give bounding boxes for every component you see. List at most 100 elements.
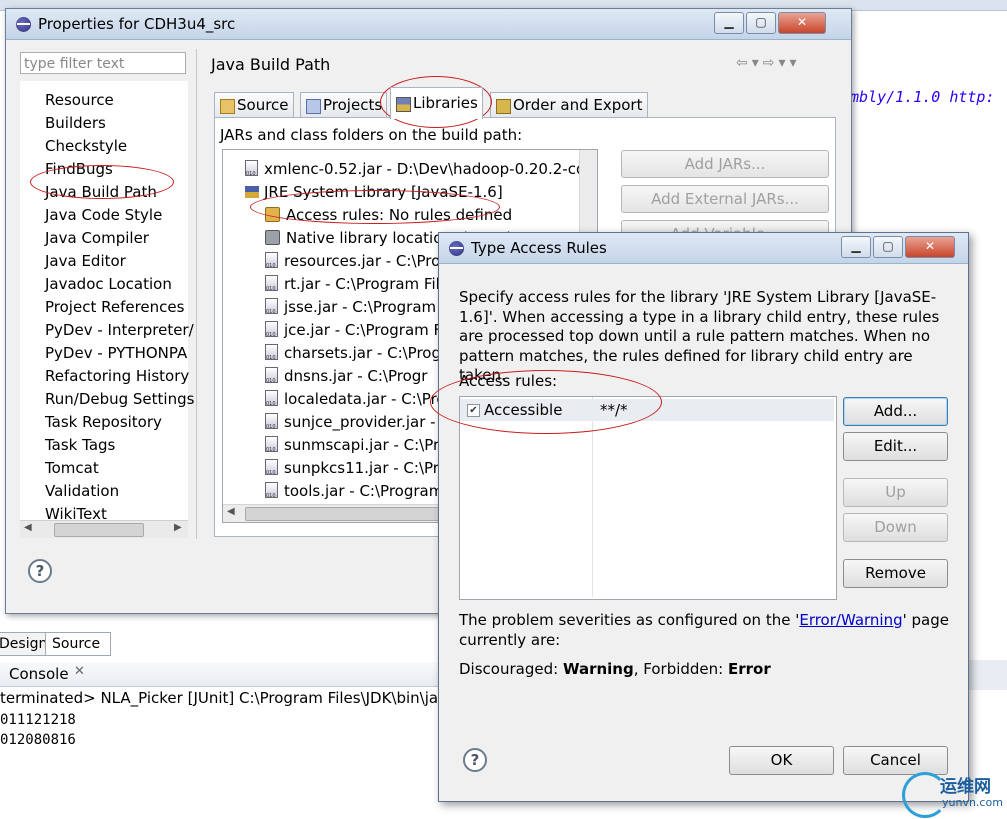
list-item[interactable]: localedata.jar - C:\Pro [265, 389, 446, 414]
list-item[interactable]: jce.jar - C:\Program Fi [265, 320, 445, 345]
tree-item-java-build-path[interactable]: Java Build Path [45, 183, 157, 201]
list-item[interactable]: rt.jar - C:\Program File [265, 274, 449, 299]
column-separator [592, 397, 593, 597]
access-rules-table: ✔ Accessible **/* [459, 396, 837, 600]
list-item[interactable]: xmlenc-0.52.jar - D:\Dev\hadoop-0.20.2-c… [245, 159, 597, 184]
tab-label: Source [237, 96, 289, 114]
error-warning-link[interactable]: Error/Warning [799, 611, 902, 629]
list-item-jre[interactable]: JRE System Library [JavaSE-1.6] [245, 182, 503, 202]
scroll-left-icon[interactable]: ◀ [24, 522, 32, 533]
scroll-left-icon[interactable]: ◀ [227, 506, 235, 517]
up-button[interactable]: Up [843, 478, 948, 507]
severity-values: Discouraged: Warning, Forbidden: Error [459, 660, 771, 678]
tree-item[interactable]: Project References [45, 298, 184, 316]
list-item-label: dnsns.jar - C:\Progr [284, 367, 428, 385]
folder-icon [220, 98, 235, 114]
list-item[interactable]: dnsns.jar - C:\Progr [265, 366, 428, 391]
maximize-button[interactable]: ▢ [746, 12, 776, 34]
properties-titlebar: Properties for CDH3u4_src ▁ ▢ ✕ [6, 9, 851, 40]
jar-icon [265, 390, 278, 414]
eclipse-icon [16, 17, 31, 32]
list-item[interactable]: charsets.jar - C:\Progr [265, 343, 448, 368]
tab-label: Projects [323, 96, 383, 114]
list-item[interactable]: sunjce_provider.jar - [265, 412, 436, 437]
jar-icon [265, 298, 278, 322]
severity-prefix: The problem severities as configured on … [459, 611, 800, 629]
code-line: mbly/1.1.0 http: [850, 88, 995, 106]
list-item-label: tools.jar - C:\Program [284, 482, 444, 500]
tab-projects[interactable]: Projects [300, 92, 388, 118]
order-icon [496, 98, 511, 114]
tab-order-export[interactable]: Order and Export [490, 92, 648, 118]
tree-item[interactable]: Java Editor [45, 252, 126, 270]
close-button[interactable]: ✕ [905, 236, 955, 258]
access-rules-dialog: Type Access Rules ▁ ▢ ✕ Specify access r… [438, 232, 969, 802]
tree-item[interactable]: Java Compiler [45, 229, 149, 247]
list-item[interactable]: jsse.jar - C:\Program F [265, 297, 450, 322]
list-item-label: sunjce_provider.jar - [284, 413, 436, 431]
tab-libraries[interactable]: Libraries [390, 87, 483, 119]
maximize-button[interactable]: ▢ [873, 236, 903, 258]
table-row[interactable]: ✔ Accessible **/* [460, 399, 834, 421]
close-icon[interactable]: ✕ [74, 664, 85, 679]
tree-item[interactable]: Task Repository [45, 413, 162, 431]
tree-item[interactable]: Tomcat [45, 459, 99, 477]
list-item-label: sunpkcs11.jar - C:\Pro [284, 459, 448, 477]
tree-item[interactable]: Builders [45, 114, 106, 132]
nav-arrows-icon[interactable]: ⇦▾⇨▾▾ [736, 55, 801, 71]
add-external-jars-button[interactable]: Add External JARs... [621, 185, 829, 213]
list-item-access-rules[interactable]: Access rules: No rules defined [265, 205, 512, 225]
tree-item[interactable]: PyDev - Interpreter/ [45, 321, 194, 339]
tree-item[interactable]: Validation [45, 482, 119, 500]
list-item-label: charsets.jar - C:\Progr [284, 344, 448, 362]
eclipse-icon [449, 241, 464, 256]
minimize-button[interactable]: ▁ [714, 12, 744, 34]
jar-icon [265, 252, 278, 276]
help-icon[interactable]: ? [463, 748, 487, 772]
list-item-label: jsse.jar - C:\Program F [284, 298, 450, 316]
tree-item[interactable]: Javadoc Location [45, 275, 172, 293]
tab-source[interactable]: Source [214, 92, 294, 118]
close-button[interactable]: ✕ [778, 12, 826, 34]
rule-pattern: **/* [600, 401, 628, 419]
scroll-thumb[interactable] [245, 507, 447, 521]
console-title[interactable]: Console [9, 665, 69, 683]
tree-item[interactable]: Resource [45, 91, 114, 109]
tree-scrollbar[interactable]: ◀ ▶ [20, 520, 188, 538]
add-button[interactable]: Add... [843, 397, 948, 426]
tree-item[interactable]: Task Tags [45, 436, 115, 454]
tree-item[interactable]: FindBugs [45, 160, 113, 178]
list-item[interactable]: resources.jar - C:\Prog [265, 251, 450, 276]
library-icon [396, 96, 411, 112]
console-line: 012080816 [0, 732, 76, 748]
tree-item[interactable]: PyDev - PYTHONPA [45, 344, 187, 362]
scroll-right-icon[interactable]: ▶ [174, 522, 182, 533]
edit-button[interactable]: Edit... [843, 432, 948, 461]
tree-item[interactable]: Refactoring History [45, 367, 189, 385]
tree-item[interactable]: Java Code Style [45, 206, 162, 224]
tree-item[interactable]: Run/Debug Settings [45, 390, 194, 408]
checkbox-icon[interactable]: ✔ [467, 404, 480, 417]
watermark-domain: yunvn.com [942, 796, 1003, 809]
splitter[interactable] [196, 49, 197, 539]
list-item[interactable]: sunmscapi.jar - C:\Pro [265, 435, 448, 460]
list-item-label: resources.jar - C:\Prog [284, 252, 450, 270]
jar-icon [265, 344, 278, 368]
list-item[interactable]: tools.jar - C:\Program [265, 481, 444, 506]
add-jars-button[interactable]: Add JARs... [621, 150, 829, 178]
tab-label: Libraries [413, 94, 478, 112]
scroll-thumb[interactable] [54, 523, 144, 537]
tab-label: Order and Export [513, 96, 643, 114]
tree-item[interactable]: Checkstyle [45, 137, 127, 155]
down-button[interactable]: Down [843, 513, 948, 542]
filter-input[interactable]: type filter text [20, 52, 186, 74]
minimize-button[interactable]: ▁ [841, 236, 871, 258]
ok-button[interactable]: OK [729, 746, 834, 775]
library-icon [245, 186, 259, 198]
list-item[interactable]: sunpkcs11.jar - C:\Pro [265, 458, 448, 483]
watermark-brand: 运维网 [940, 777, 991, 797]
tab-source[interactable]: Source [45, 632, 111, 656]
remove-button[interactable]: Remove [843, 559, 948, 588]
help-icon[interactable]: ? [28, 559, 52, 583]
severity-text: The problem severities as configured on … [459, 610, 959, 650]
